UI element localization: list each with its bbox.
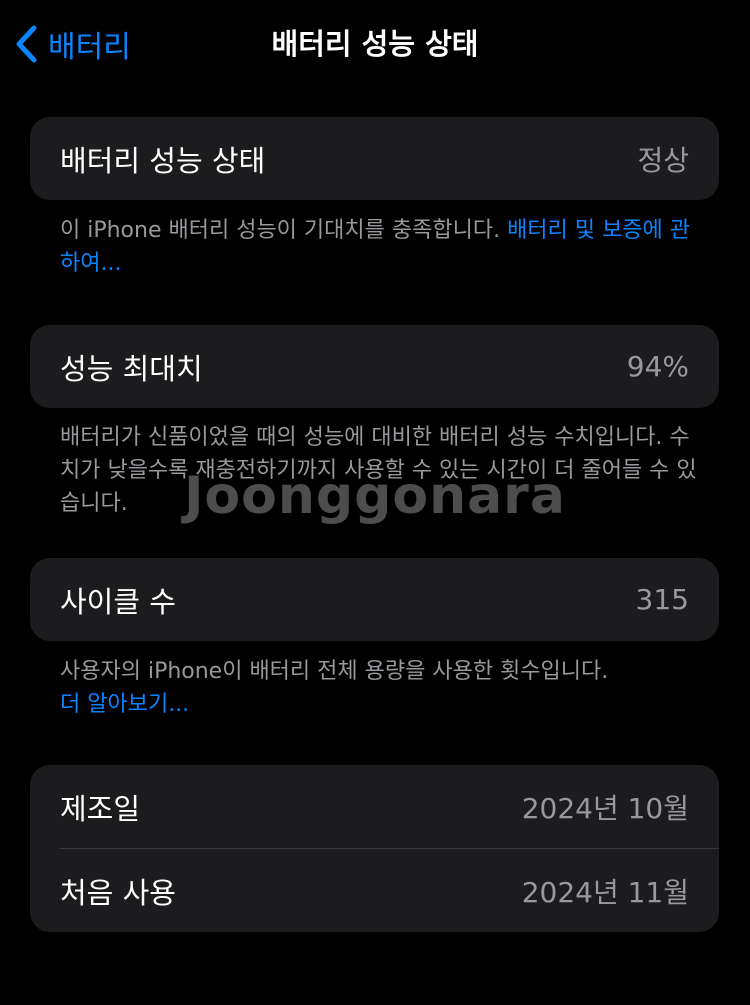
- first-use-row: 처음 사용 2024년 11월: [30, 849, 719, 932]
- learn-more-link[interactable]: 더 알아보기...: [60, 688, 700, 721]
- manufacture-date-label: 제조일: [60, 791, 141, 826]
- maximum-capacity-footnote: 배터리가 신품이었을 때의 성능에 대비한 배터리 성능 수치입니다. 수치가 …: [60, 425, 697, 516]
- cycle-count-card: 사이클 수 315: [30, 558, 719, 641]
- maximum-capacity-card: 성능 최대치 94%: [30, 325, 719, 408]
- battery-health-row: 배터리 성능 상태 정상: [30, 117, 719, 200]
- maximum-capacity-row: 성능 최대치 94%: [30, 325, 719, 408]
- maximum-capacity-value: 94%: [626, 350, 689, 383]
- battery-health-label: 배터리 성능 상태: [60, 143, 266, 178]
- cycle-count-label: 사이클 수: [60, 584, 176, 619]
- first-use-value: 2024년 11월: [521, 875, 689, 909]
- manufacture-date-value: 2024년 10월: [521, 791, 689, 825]
- battery-health-value: 정상: [637, 143, 689, 177]
- cycle-count-row: 사이클 수 315: [30, 558, 719, 641]
- navigation-bar: 배터리 배터리 성능 상태: [0, 0, 750, 86]
- page-title: 배터리 성능 상태: [271, 27, 479, 61]
- manufacture-date-row: 제조일 2024년 10월: [30, 765, 719, 848]
- cycle-count-footnote-text: 사용자의 iPhone이 배터리 전체 용량을 사용한 횟수입니다.: [60, 659, 609, 684]
- cycle-count-footnote: 사용자의 iPhone이 배터리 전체 용량을 사용한 횟수입니다. 더 알아보…: [60, 655, 700, 721]
- battery-health-footnote: 이 iPhone 배터리 성능이 기대치를 충족합니다. 배터리 및 보증에 관…: [60, 214, 700, 280]
- battery-health-card: 배터리 성능 상태 정상: [30, 117, 719, 200]
- cycle-count-value: 315: [635, 583, 689, 616]
- first-use-label: 처음 사용: [60, 875, 176, 910]
- dates-card: 제조일 2024년 10월 처음 사용 2024년 11월: [30, 765, 719, 932]
- battery-health-footnote-text: 이 iPhone 배터리 성능이 기대치를 충족합니다.: [60, 218, 508, 243]
- maximum-capacity-label: 성능 최대치: [60, 351, 203, 386]
